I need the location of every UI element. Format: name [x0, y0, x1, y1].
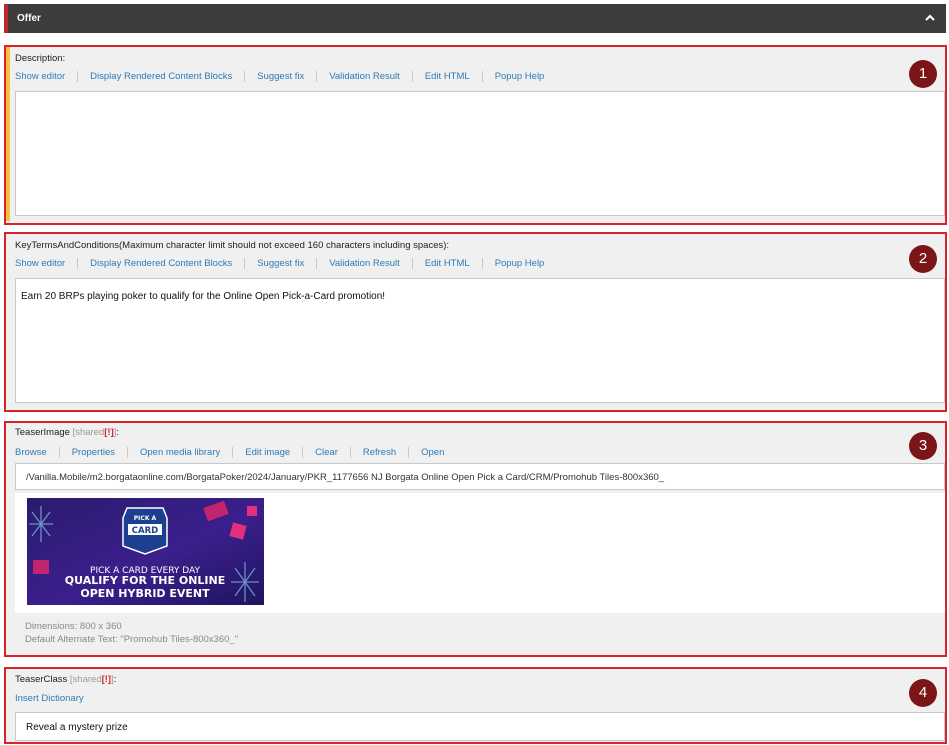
suggest-fix-link[interactable]: Suggest fix	[257, 258, 318, 269]
annotation-badge: 2	[909, 245, 937, 273]
badge-text-main: CARD	[132, 526, 158, 536]
key-terms-toolbar: Show editor Display Rendered Content Blo…	[15, 258, 568, 269]
image-line-3: OPEN HYBRID EVENT	[80, 587, 210, 600]
popup-help-link[interactable]: Popup Help	[495, 258, 557, 269]
properties-link[interactable]: Properties	[72, 447, 128, 458]
open-media-library-link[interactable]: Open media library	[140, 447, 234, 458]
edit-html-link[interactable]: Edit HTML	[425, 71, 483, 82]
description-toolbar: Show editor Display Rendered Content Blo…	[15, 71, 568, 82]
key-terms-value: Earn 20 BRPs playing poker to qualify fo…	[21, 291, 386, 302]
description-field[interactable]	[15, 91, 945, 216]
validation-result-link[interactable]: Validation Result	[329, 71, 413, 82]
key-terms-label: KeyTermsAndConditions(Maximum character …	[15, 240, 450, 251]
teaser-image-toolbar: Browse Properties Open media library Edi…	[15, 447, 468, 458]
offer-section-header[interactable]: Offer	[4, 4, 946, 33]
teaser-image-label: TeaserImage [shared[!]]:	[15, 427, 120, 438]
teaser-class-section: TeaserClass [shared[!]]: Insert Dictiona…	[4, 667, 947, 744]
suggest-fix-link[interactable]: Suggest fix	[257, 71, 318, 82]
annotation-badge: 4	[909, 679, 937, 707]
teaser-image-section: TeaserImage [shared[!]]: Browse Properti…	[4, 421, 947, 657]
image-path-field[interactable]: /Vanilla.Mobile/m2.borgataonline.com/Bor…	[15, 463, 945, 490]
description-section: Description: Show editor Display Rendere…	[4, 45, 947, 225]
key-terms-section: KeyTermsAndConditions(Maximum character …	[4, 232, 947, 412]
show-editor-link[interactable]: Show editor	[15, 258, 79, 269]
badge-text-top: PICK A	[134, 515, 157, 522]
teaser-class-toolbar: Insert Dictionary	[15, 693, 108, 704]
refresh-link[interactable]: Refresh	[363, 447, 410, 458]
open-link[interactable]: Open	[421, 447, 456, 458]
insert-dictionary-link[interactable]: Insert Dictionary	[15, 693, 96, 704]
description-label: Description:	[15, 53, 66, 64]
edit-image-link[interactable]: Edit image	[245, 447, 304, 458]
teaser-class-label: TeaserClass [shared[!]]:	[15, 674, 117, 685]
display-rendered-content-blocks-link[interactable]: Display Rendered Content Blocks	[90, 71, 246, 82]
annotation-badge: 1	[909, 60, 937, 88]
chevron-up-icon[interactable]	[924, 12, 936, 24]
annotation-badge: 3	[909, 432, 937, 460]
validation-warning-bar	[6, 47, 10, 221]
image-alt-text: Default Alternate Text: "Promohub Tiles-…	[25, 634, 239, 645]
browse-link[interactable]: Browse	[15, 447, 60, 458]
image-path-value: /Vanilla.Mobile/m2.borgataonline.com/Bor…	[26, 472, 665, 483]
clear-link[interactable]: Clear	[315, 447, 351, 458]
teaser-image-preview[interactable]: PICK A CARD PICK A CARD EVERY DAY QUALIF…	[27, 498, 264, 605]
teaser-class-field[interactable]: Reveal a mystery prize	[15, 712, 945, 741]
show-editor-link[interactable]: Show editor	[15, 71, 79, 82]
teaser-class-value: Reveal a mystery prize	[26, 722, 128, 733]
key-terms-field[interactable]: Earn 20 BRPs playing poker to qualify fo…	[15, 278, 945, 403]
edit-html-link[interactable]: Edit HTML	[425, 258, 483, 269]
image-line-2: QUALIFY FOR THE ONLINE	[65, 574, 225, 587]
display-rendered-content-blocks-link[interactable]: Display Rendered Content Blocks	[90, 258, 246, 269]
section-title: Offer	[17, 13, 41, 24]
image-preview-area: PICK A CARD PICK A CARD EVERY DAY QUALIF…	[15, 493, 945, 613]
validation-result-link[interactable]: Validation Result	[329, 258, 413, 269]
popup-help-link[interactable]: Popup Help	[495, 71, 557, 82]
image-dimensions: Dimensions: 800 x 360	[25, 621, 122, 632]
